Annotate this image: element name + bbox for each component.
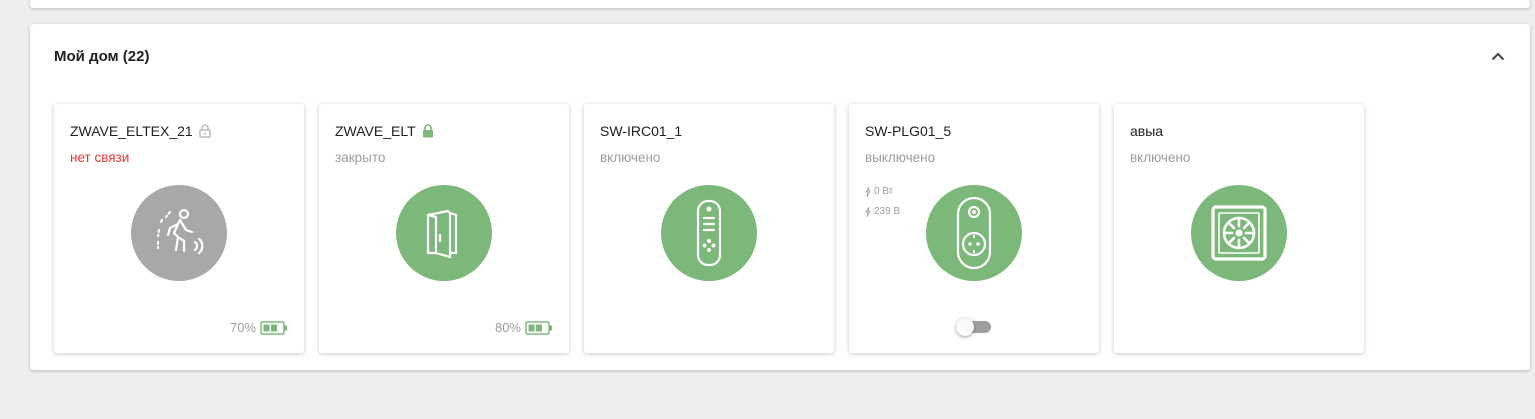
device-status: закрыто — [335, 150, 386, 165]
device-status: нет связи — [70, 150, 130, 165]
device-name: SW-IRC01_1 — [600, 123, 683, 139]
device-group-panel: Мой дом (22) ZWAVE_ELTEX_21 нет связи 70… — [30, 24, 1530, 370]
device-status: включено — [1130, 150, 1191, 165]
battery-icon — [525, 320, 552, 335]
power-switch[interactable] — [956, 318, 992, 336]
device-name: авыа — [1130, 123, 1164, 139]
device-card[interactable]: SW-PLG01_5 выключено 0 Вт 239 В — [849, 104, 1099, 353]
collapse-button[interactable] — [1486, 44, 1510, 68]
device-title: авыа — [1130, 123, 1163, 139]
device-card[interactable]: авыа включено — [1114, 104, 1364, 353]
battery-level: 80% — [494, 320, 521, 335]
device-title: ZWAVE_ELT — [335, 123, 434, 139]
device-name: SW-PLG01_5 — [865, 123, 952, 139]
device-metrics: 0 Вт 239 В — [865, 182, 900, 222]
group-title: Мой дом (22) — [54, 48, 150, 65]
device-card[interactable]: SW-IRC01_1 включено — [584, 104, 834, 353]
device-title: ZWAVE_ELTEX_21 — [70, 123, 211, 139]
battery-indicator: 70% — [230, 320, 288, 335]
device-status: выключено — [865, 150, 936, 165]
lock-open-outline-icon — [199, 124, 211, 138]
voltage-value: 239 В — [874, 206, 901, 217]
previous-panel-edge — [30, 0, 1530, 8]
chevron-up-icon — [1491, 52, 1505, 60]
battery-level: 70% — [229, 320, 256, 335]
lightning-icon — [865, 207, 871, 217]
smart-plug-icon — [956, 196, 992, 270]
device-title: SW-IRC01_1 — [600, 123, 682, 139]
power-value: 0 Вт — [874, 186, 894, 197]
battery-icon — [260, 320, 287, 335]
device-card[interactable]: ZWAVE_ELTEX_21 нет связи 70% — [54, 104, 304, 353]
switch-knob — [956, 318, 974, 336]
power-reading: 0 Вт — [865, 182, 900, 202]
device-card[interactable]: ZWAVE_ELT закрыто 80% — [319, 104, 569, 353]
device-name: ZWAVE_ELTEX_21 — [70, 123, 193, 139]
device-title: SW-PLG01_5 — [865, 123, 951, 139]
motion-sensor-icon — [156, 208, 204, 255]
device-icon-circle — [661, 185, 757, 281]
device-name: ZWAVE_ELT — [335, 123, 416, 139]
ir-remote-icon — [696, 199, 722, 267]
device-icon-circle — [926, 185, 1022, 281]
device-card-list: ZWAVE_ELTEX_21 нет связи 70% ZWAVE_ELT з… — [54, 104, 1364, 353]
device-icon-circle — [1191, 185, 1287, 281]
lightning-icon — [865, 187, 871, 197]
lock-closed-icon — [422, 124, 433, 138]
ventilation-fan-icon — [1211, 205, 1267, 261]
voltage-reading: 239 В — [865, 202, 900, 222]
device-icon-circle — [131, 185, 227, 281]
battery-indicator: 80% — [495, 320, 553, 335]
device-icon-circle — [396, 185, 492, 281]
device-status: включено — [600, 150, 661, 165]
door-sensor-icon — [426, 209, 458, 259]
